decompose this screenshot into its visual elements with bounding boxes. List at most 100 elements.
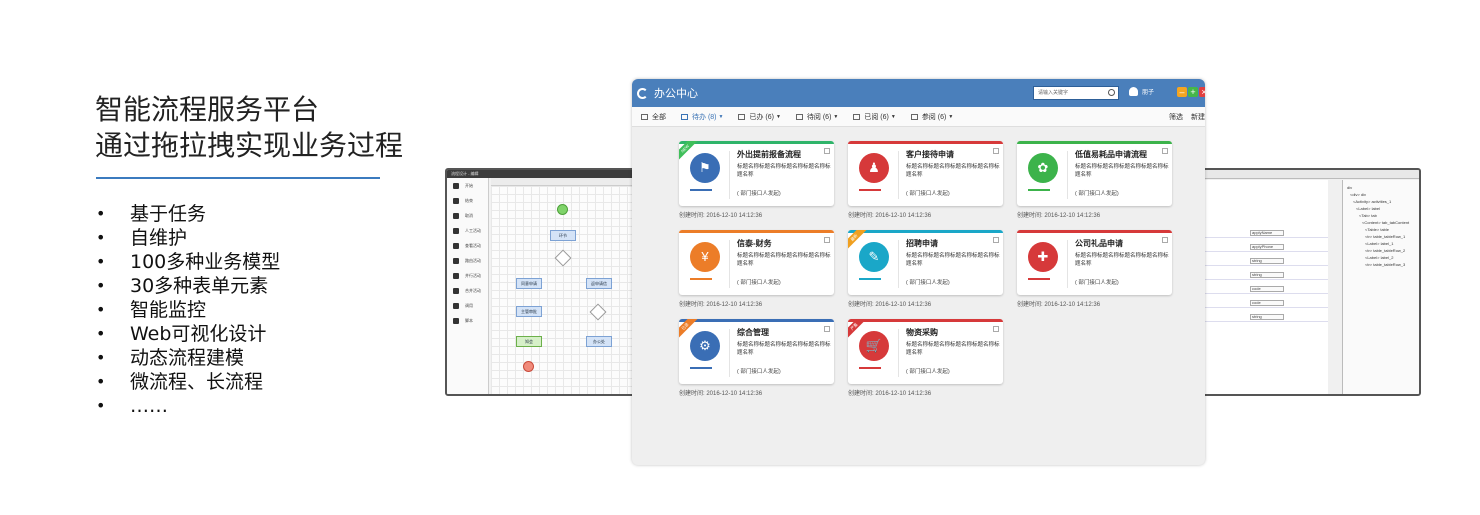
filter-button[interactable]: 筛选 xyxy=(1169,112,1183,122)
headline-line-2: 通过拖拉拽实现业务过程 xyxy=(95,129,404,162)
open-external-icon[interactable] xyxy=(1162,237,1168,243)
tree-node[interactable]: <Label> label xyxy=(1347,205,1415,212)
tree-node[interactable]: <tr> table_tableRow_1 xyxy=(1347,233,1415,240)
search-icon[interactable] xyxy=(1108,89,1115,96)
designer-tool[interactable]: 人工活动 xyxy=(447,223,488,238)
process-card[interactable]: ⚑ 外出提前报备流程 标题名称标题名称标题名称标题名称标题名称( 部门接口人发起) N… xyxy=(679,141,834,206)
process-card[interactable]: ✎ 招聘申请 标题名称标题名称标题名称标题名称标题名称( 部门接口人发起) 最新 xyxy=(848,230,1003,295)
card-created-time: 创建时间: 2016-12-10 14:12:36 xyxy=(1017,302,1101,308)
feature-item: 100多种业务模型 xyxy=(96,250,280,274)
process-card[interactable]: ✿ 低值易耗品申请流程 标题名称标题名称标题名称标题名称标题名称 ( 部门接口人发起) xyxy=(1017,141,1172,206)
tab-item[interactable]: 待办 (8) ▼ xyxy=(681,112,723,122)
process-card[interactable]: ¥ 信泰-财务 标题名称标题名称标题名称标题名称标题名称 ( 部门接口人发起) xyxy=(679,230,834,295)
tool-icon xyxy=(453,272,459,279)
tree-node[interactable]: <tr> table_tableRow_3 xyxy=(1347,261,1415,268)
open-external-icon[interactable] xyxy=(993,326,999,332)
tree-node[interactable]: <Label> label_1 xyxy=(1347,240,1415,247)
process-icon: ♟ xyxy=(859,153,889,183)
minimize-button[interactable]: – xyxy=(1177,87,1187,97)
card-accent-bar xyxy=(848,141,1003,144)
designer-tool[interactable]: 调用 xyxy=(447,298,488,313)
designer-tool[interactable]: 查看活动 xyxy=(447,238,488,253)
tree-node[interactable]: div xyxy=(1347,184,1415,191)
card-accent-bar xyxy=(679,319,834,322)
form-designer-canvas: applyName applyPhone string string code code s… xyxy=(1200,180,1328,394)
open-external-icon[interactable] xyxy=(824,326,830,332)
tab-item[interactable]: 参阅 (6) ▼ xyxy=(910,112,953,122)
form-designer-toolbar xyxy=(1200,170,1419,179)
new-button[interactable]: 新建 xyxy=(1191,112,1205,122)
start-node xyxy=(557,204,568,215)
maximize-button[interactable]: + xyxy=(1188,87,1198,97)
open-external-icon[interactable] xyxy=(993,237,999,243)
form-field-value: code xyxy=(1252,300,1261,305)
card-divider xyxy=(1067,151,1068,199)
flow-node: 主管审批 xyxy=(516,306,542,317)
card-divider xyxy=(1067,240,1068,288)
tool-icon xyxy=(453,182,459,189)
tree-node[interactable]: <Tab> tab xyxy=(1347,212,1415,219)
tool-icon xyxy=(453,317,459,324)
card-description: 标题名称标题名称标题名称标题名称标题名称 xyxy=(737,164,831,178)
card-title: 外出提前报备流程 xyxy=(737,150,801,159)
tab-item[interactable]: 已阅 (6) ▼ xyxy=(853,112,896,122)
search-placeholder: 请输入关键字 xyxy=(1038,90,1069,96)
open-external-icon[interactable] xyxy=(993,148,999,154)
tab-item[interactable]: 全部 xyxy=(641,112,666,122)
tool-icon xyxy=(453,242,459,249)
card-source: ( 部门接口人发起) xyxy=(737,369,781,375)
flow-node: 办公处 xyxy=(586,336,612,347)
component-tree: div <div> div <Activity> activities_1 <Labe… xyxy=(1342,180,1419,394)
designer-tool[interactable]: 合并活动 xyxy=(447,283,488,298)
tree-node[interactable]: <Content> tab_tabContent xyxy=(1347,219,1415,226)
card-accent-bar xyxy=(679,141,834,144)
card-source: ( 部门接口人发起) xyxy=(1075,280,1119,286)
process-card[interactable]: ✚ 公司礼品申请 标题名称标题名称标题名称标题名称标题名称 ( 部门接口人发起) xyxy=(1017,230,1172,295)
card-source: ( 部门接口人发起) xyxy=(906,280,950,286)
card-dash xyxy=(859,367,881,369)
card-divider xyxy=(898,151,899,199)
tree-node[interactable]: <tr> table_tableRow_2 xyxy=(1347,247,1415,254)
form-field-value: applyPhone xyxy=(1252,244,1274,249)
process-card[interactable]: ⚙ 综合管理 标题名称标题名称标题名称标题名称标题名称( 部门接口人发起) 已读 xyxy=(679,319,834,384)
tab-label: 待办 (8) xyxy=(692,113,717,121)
card-source: ( 部门接口人发起) xyxy=(906,191,950,197)
tab-item[interactable]: 已办 (6) ▼ xyxy=(738,112,781,122)
tab-actions: 筛选 新建 xyxy=(1161,112,1205,122)
designer-toolbar xyxy=(491,178,633,186)
tree-node[interactable]: <Table> table xyxy=(1347,226,1415,233)
user-menu[interactable]: 朋子 xyxy=(1129,87,1154,96)
tree-node[interactable]: <Activity> activities_1 xyxy=(1347,198,1415,205)
chevron-down-icon: ▼ xyxy=(833,113,839,120)
designer-tool[interactable]: 开始 xyxy=(447,178,488,193)
designer-tool[interactable]: 脚本 xyxy=(447,313,488,328)
open-external-icon[interactable] xyxy=(824,237,830,243)
open-external-icon[interactable] xyxy=(1162,148,1168,154)
form-row: applyPhone xyxy=(1200,242,1328,252)
card-created-time: 创建时间: 2016-12-10 14:12:36 xyxy=(679,302,763,308)
open-external-icon[interactable] xyxy=(824,148,830,154)
process-card[interactable]: ♟ 客户接待申请 标题名称标题名称标题名称标题名称标题名称 ( 部门接口人发起) xyxy=(848,141,1003,206)
close-button[interactable]: × xyxy=(1199,87,1205,97)
tab-item[interactable]: 待阅 (6) ▼ xyxy=(795,112,839,122)
card-source: ( 部门接口人发起) xyxy=(737,280,781,286)
designer-tool[interactable]: 取消 xyxy=(447,208,488,223)
tool-label: 人工活动 xyxy=(465,227,481,233)
search-input[interactable]: 请输入关键字 xyxy=(1033,86,1119,100)
designer-tool[interactable]: 并行活动 xyxy=(447,268,488,283)
office-header: 办公中心 请输入关键字 朋子 – + × xyxy=(632,79,1205,107)
designer-tool[interactable]: 结束 xyxy=(447,193,488,208)
designer-tool[interactable]: 路由活动 xyxy=(447,253,488,268)
feature-item: 智能监控 xyxy=(96,298,280,322)
headline-line-1: 智能流程服务平台 xyxy=(95,93,320,126)
tree-node[interactable]: <div> div xyxy=(1347,191,1415,198)
flow-node: 环节 xyxy=(550,230,576,241)
card-created-time: 创建时间: 2016-12-10 14:12:36 xyxy=(848,391,932,397)
process-card[interactable]: 🛒 物资采购 标题名称标题名称标题名称标题名称标题名称( 部门接口人发起) 严重 xyxy=(848,319,1003,384)
card-title: 物资采购 xyxy=(906,328,938,337)
card-title: 公司礼品申请 xyxy=(1075,239,1123,248)
tree-node[interactable]: <Label> label_2 xyxy=(1347,254,1415,261)
tool-label: 查看活动 xyxy=(465,242,481,248)
card-source: ( 部门接口人发起) xyxy=(906,369,950,375)
tool-icon xyxy=(453,227,459,234)
